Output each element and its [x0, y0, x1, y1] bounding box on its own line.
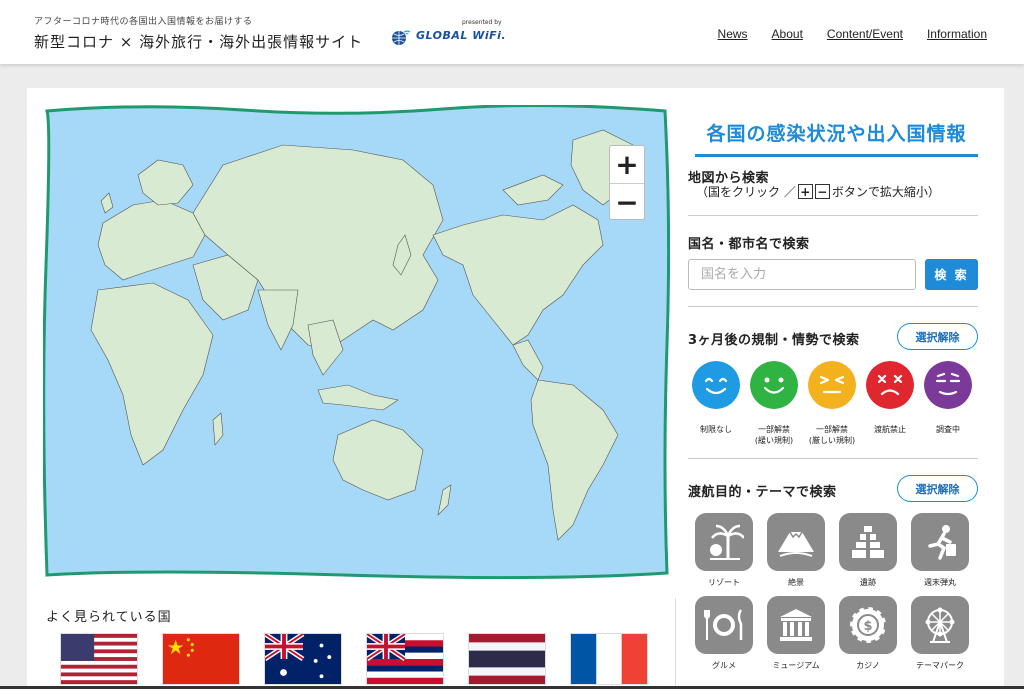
theme-ruins[interactable]: 遺跡 [838, 513, 898, 588]
hint-plus-icon: + [797, 184, 813, 199]
theme-weekend-trip[interactable]: 週末弾丸 [910, 513, 970, 588]
theme-label: 絶景 [788, 578, 804, 587]
thailand-flag[interactable] [468, 633, 546, 685]
smile-face-icon[interactable] [692, 361, 740, 409]
theme-resort[interactable]: リゾート [694, 513, 754, 588]
main-nav: News About Content/Event Information [718, 27, 987, 41]
regulation-partial-strict[interactable]: 一部解禁 (厳しい規制) [808, 361, 856, 447]
regulation-travel-ban[interactable]: 渡航禁止 [866, 361, 914, 447]
regulation-label: 調査中 [936, 425, 960, 434]
regulation-label: 制限なし [700, 425, 732, 434]
regulation-partial-loose[interactable]: 一部解禁 (緩い規制) [750, 361, 798, 447]
global-wifi-logo[interactable]: presented by GLOBAL WiFi. [390, 18, 510, 48]
france-flag[interactable] [570, 633, 648, 685]
name-search-title: 国名・都市名で検索 [688, 237, 810, 252]
hawaii-flag[interactable] [366, 633, 444, 685]
brand-presented-by: presented by [462, 19, 502, 26]
divider [688, 306, 978, 307]
brand-name: GLOBAL WiFi. [416, 29, 507, 42]
theme-label: リゾート [708, 578, 740, 587]
nav-information[interactable]: Information [927, 27, 987, 41]
china-flag[interactable] [162, 633, 240, 685]
casino-chip-icon[interactable]: $ [839, 596, 897, 654]
svg-text:$: $ [863, 619, 872, 634]
theme-label: 遺跡 [860, 578, 876, 587]
museum-icon[interactable] [767, 596, 825, 654]
zoom-out-button[interactable]: − [610, 183, 644, 220]
mountain-icon[interactable] [767, 513, 825, 571]
search-button[interactable]: 検 索 [925, 259, 978, 290]
regulation-label: 一部解禁 (厳しい規制) [808, 425, 856, 445]
hint-text-close: ボタンで拡大縮小） [831, 185, 940, 199]
resort-icon[interactable] [695, 513, 753, 571]
regulation-levels: 制限なし 一部解禁 (緩い規制) 一部解禁 (厳しい規制) 渡航禁止 調査中 [692, 361, 972, 447]
theme-label: カジノ [856, 661, 880, 670]
sidebar-title: 各国の感染状況や出入国情報 [695, 119, 978, 157]
gourmet-icon[interactable] [695, 596, 753, 654]
zoom-in-button[interactable]: + [610, 146, 644, 183]
divider [675, 598, 676, 689]
hint-text-open: （国をクリック ／ [696, 185, 796, 199]
country-search-input[interactable] [688, 259, 916, 290]
usa-flag[interactable] [60, 633, 138, 685]
site-title[interactable]: 新型コロナ × 海外旅行・海外出張情報サイト [34, 31, 363, 52]
theme-label: ミュージアム [772, 661, 820, 670]
world-map-canvas[interactable] [43, 105, 670, 579]
nav-about[interactable]: About [772, 27, 803, 41]
theme-search-title: 渡航目的・テーマで検索 [688, 485, 837, 500]
sleepy-face-icon[interactable] [924, 361, 972, 409]
popular-countries-title: よく見られている国 [46, 610, 172, 625]
theme-gourmet[interactable]: グルメ [694, 596, 754, 671]
squint-face-icon[interactable] [808, 361, 856, 409]
regulation-label: 渡航禁止 [874, 425, 906, 434]
nav-news[interactable]: News [718, 27, 748, 41]
theme-amusement-park[interactable]: テーマパーク [910, 596, 970, 671]
globe-wifi-icon [392, 30, 411, 45]
divider [688, 458, 978, 459]
theme-label: グルメ [712, 661, 736, 670]
pyramid-icon[interactable] [839, 513, 897, 571]
theme-grid: リゾート 絶景 遺跡 週末弾丸 グルメ ミュージアム $ カジノ テーマパーク [694, 513, 970, 671]
grin-face-icon[interactable] [750, 361, 798, 409]
popular-flags [60, 633, 648, 685]
regulation-clear-button[interactable]: 選択解除 [897, 323, 978, 350]
map-search-hint: （国をクリック ／ + − ボタンで拡大縮小） [696, 183, 940, 200]
theme-clear-button[interactable]: 選択解除 [897, 475, 978, 502]
main-panel: + − よく見られている国 各国の感染状況や出入国情報 地図から検索 （国をクリ… [27, 88, 1004, 689]
theme-label: テーマパーク [916, 661, 964, 670]
regulation-label: 一部解禁 (緩い規制) [754, 425, 794, 445]
regulation-no-restriction[interactable]: 制限なし [692, 361, 740, 447]
map-zoom-control: + − [609, 145, 645, 220]
runner-icon[interactable] [911, 513, 969, 571]
divider [688, 215, 978, 216]
theme-museum[interactable]: ミュージアム [766, 596, 826, 671]
header-tagline: アフターコロナ時代の各国出入国情報をお届けする [34, 17, 253, 27]
theme-casino[interactable]: $ カジノ [838, 596, 898, 671]
site-header: アフターコロナ時代の各国出入国情報をお届けする 新型コロナ × 海外旅行・海外出… [0, 0, 1024, 64]
theme-scenery[interactable]: 絶景 [766, 513, 826, 588]
hint-minus-icon: − [814, 184, 830, 199]
australia-flag[interactable] [264, 633, 342, 685]
theme-label: 週末弾丸 [924, 578, 956, 587]
regulation-search-title: 3ヶ月後の規制・情勢で検索 [688, 333, 860, 348]
world-map[interactable]: + − [43, 105, 670, 579]
dead-face-icon[interactable] [866, 361, 914, 409]
nav-content-event[interactable]: Content/Event [827, 27, 903, 41]
ferris-wheel-icon[interactable] [911, 596, 969, 654]
regulation-investigating[interactable]: 調査中 [924, 361, 972, 447]
